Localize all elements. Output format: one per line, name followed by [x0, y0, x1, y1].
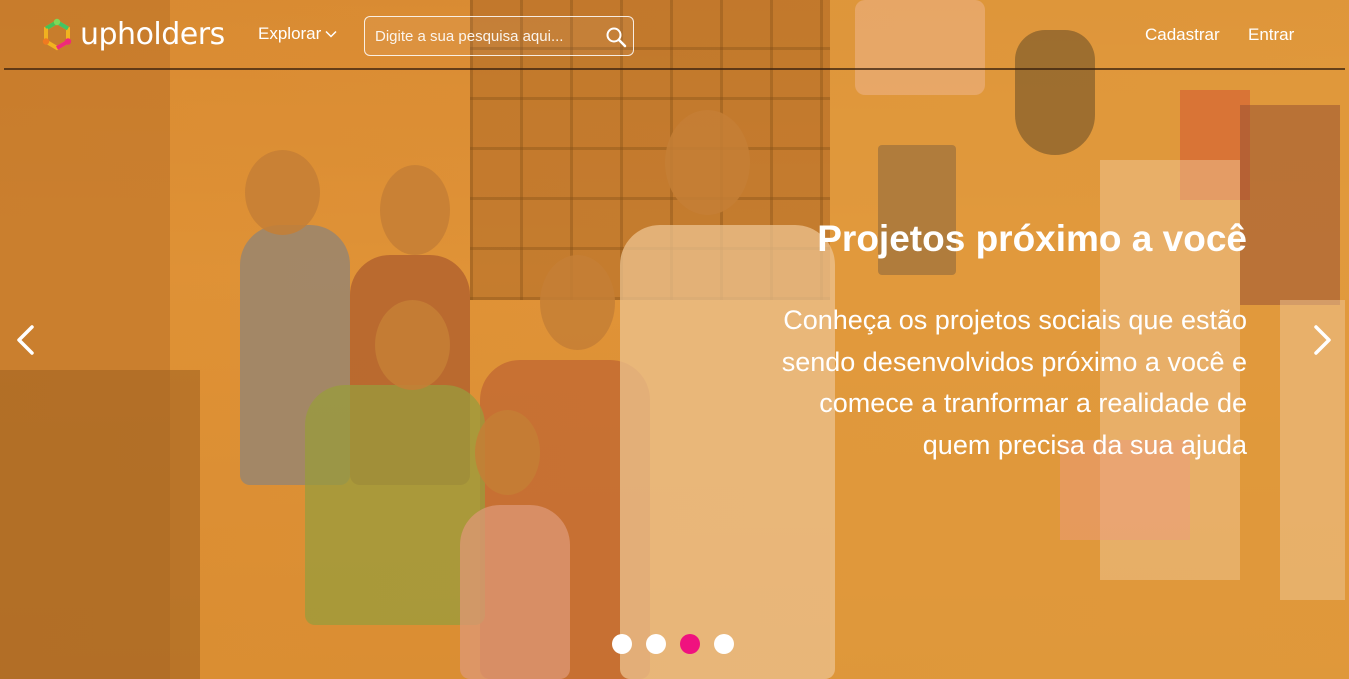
carousel-dot[interactable]: [680, 634, 700, 654]
signup-link[interactable]: Cadastrar: [1145, 25, 1220, 45]
brand-logo[interactable]: upholders: [40, 18, 225, 52]
slide-description: Conheça os projetos sociais que estão se…: [700, 300, 1247, 466]
slide-description-line: Conheça os projetos sociais que estão: [783, 305, 1247, 335]
explore-label: Explorar: [258, 24, 322, 43]
navbar-divider: [4, 68, 1345, 70]
carousel-dot[interactable]: [646, 634, 666, 654]
slide-description-line: quem precisa da sua ajuda: [922, 429, 1247, 460]
hero-carousel: Projetos próximo a você Conheça os proje…: [0, 0, 1349, 679]
slide-description-line: comece a tranformar a realidade de: [819, 388, 1247, 418]
carousel-indicators: [612, 634, 734, 654]
search-input[interactable]: [375, 17, 595, 55]
chevron-left-icon: [17, 325, 34, 355]
chevron-right-icon: [1314, 325, 1331, 355]
carousel-dot[interactable]: [714, 634, 734, 654]
carousel-dot[interactable]: [612, 634, 632, 654]
slide-title: Projetos próximo a você: [817, 218, 1247, 259]
search-box: [364, 16, 634, 56]
top-navbar: upholders Explorar Cadastrar Entrar: [0, 0, 1349, 70]
explore-menu-button[interactable]: Explorar: [258, 24, 337, 44]
hexagon-logo-icon: [42, 18, 72, 51]
carousel-next-button[interactable]: [1308, 322, 1338, 358]
login-link[interactable]: Entrar: [1248, 25, 1294, 45]
brand-name: upholders: [80, 17, 225, 52]
slide-description-line: sendo desenvolvidos próximo a você e: [781, 346, 1247, 377]
chevron-down-icon: [325, 30, 337, 38]
search-icon[interactable]: [605, 26, 627, 48]
carousel-prev-button[interactable]: [10, 322, 40, 358]
